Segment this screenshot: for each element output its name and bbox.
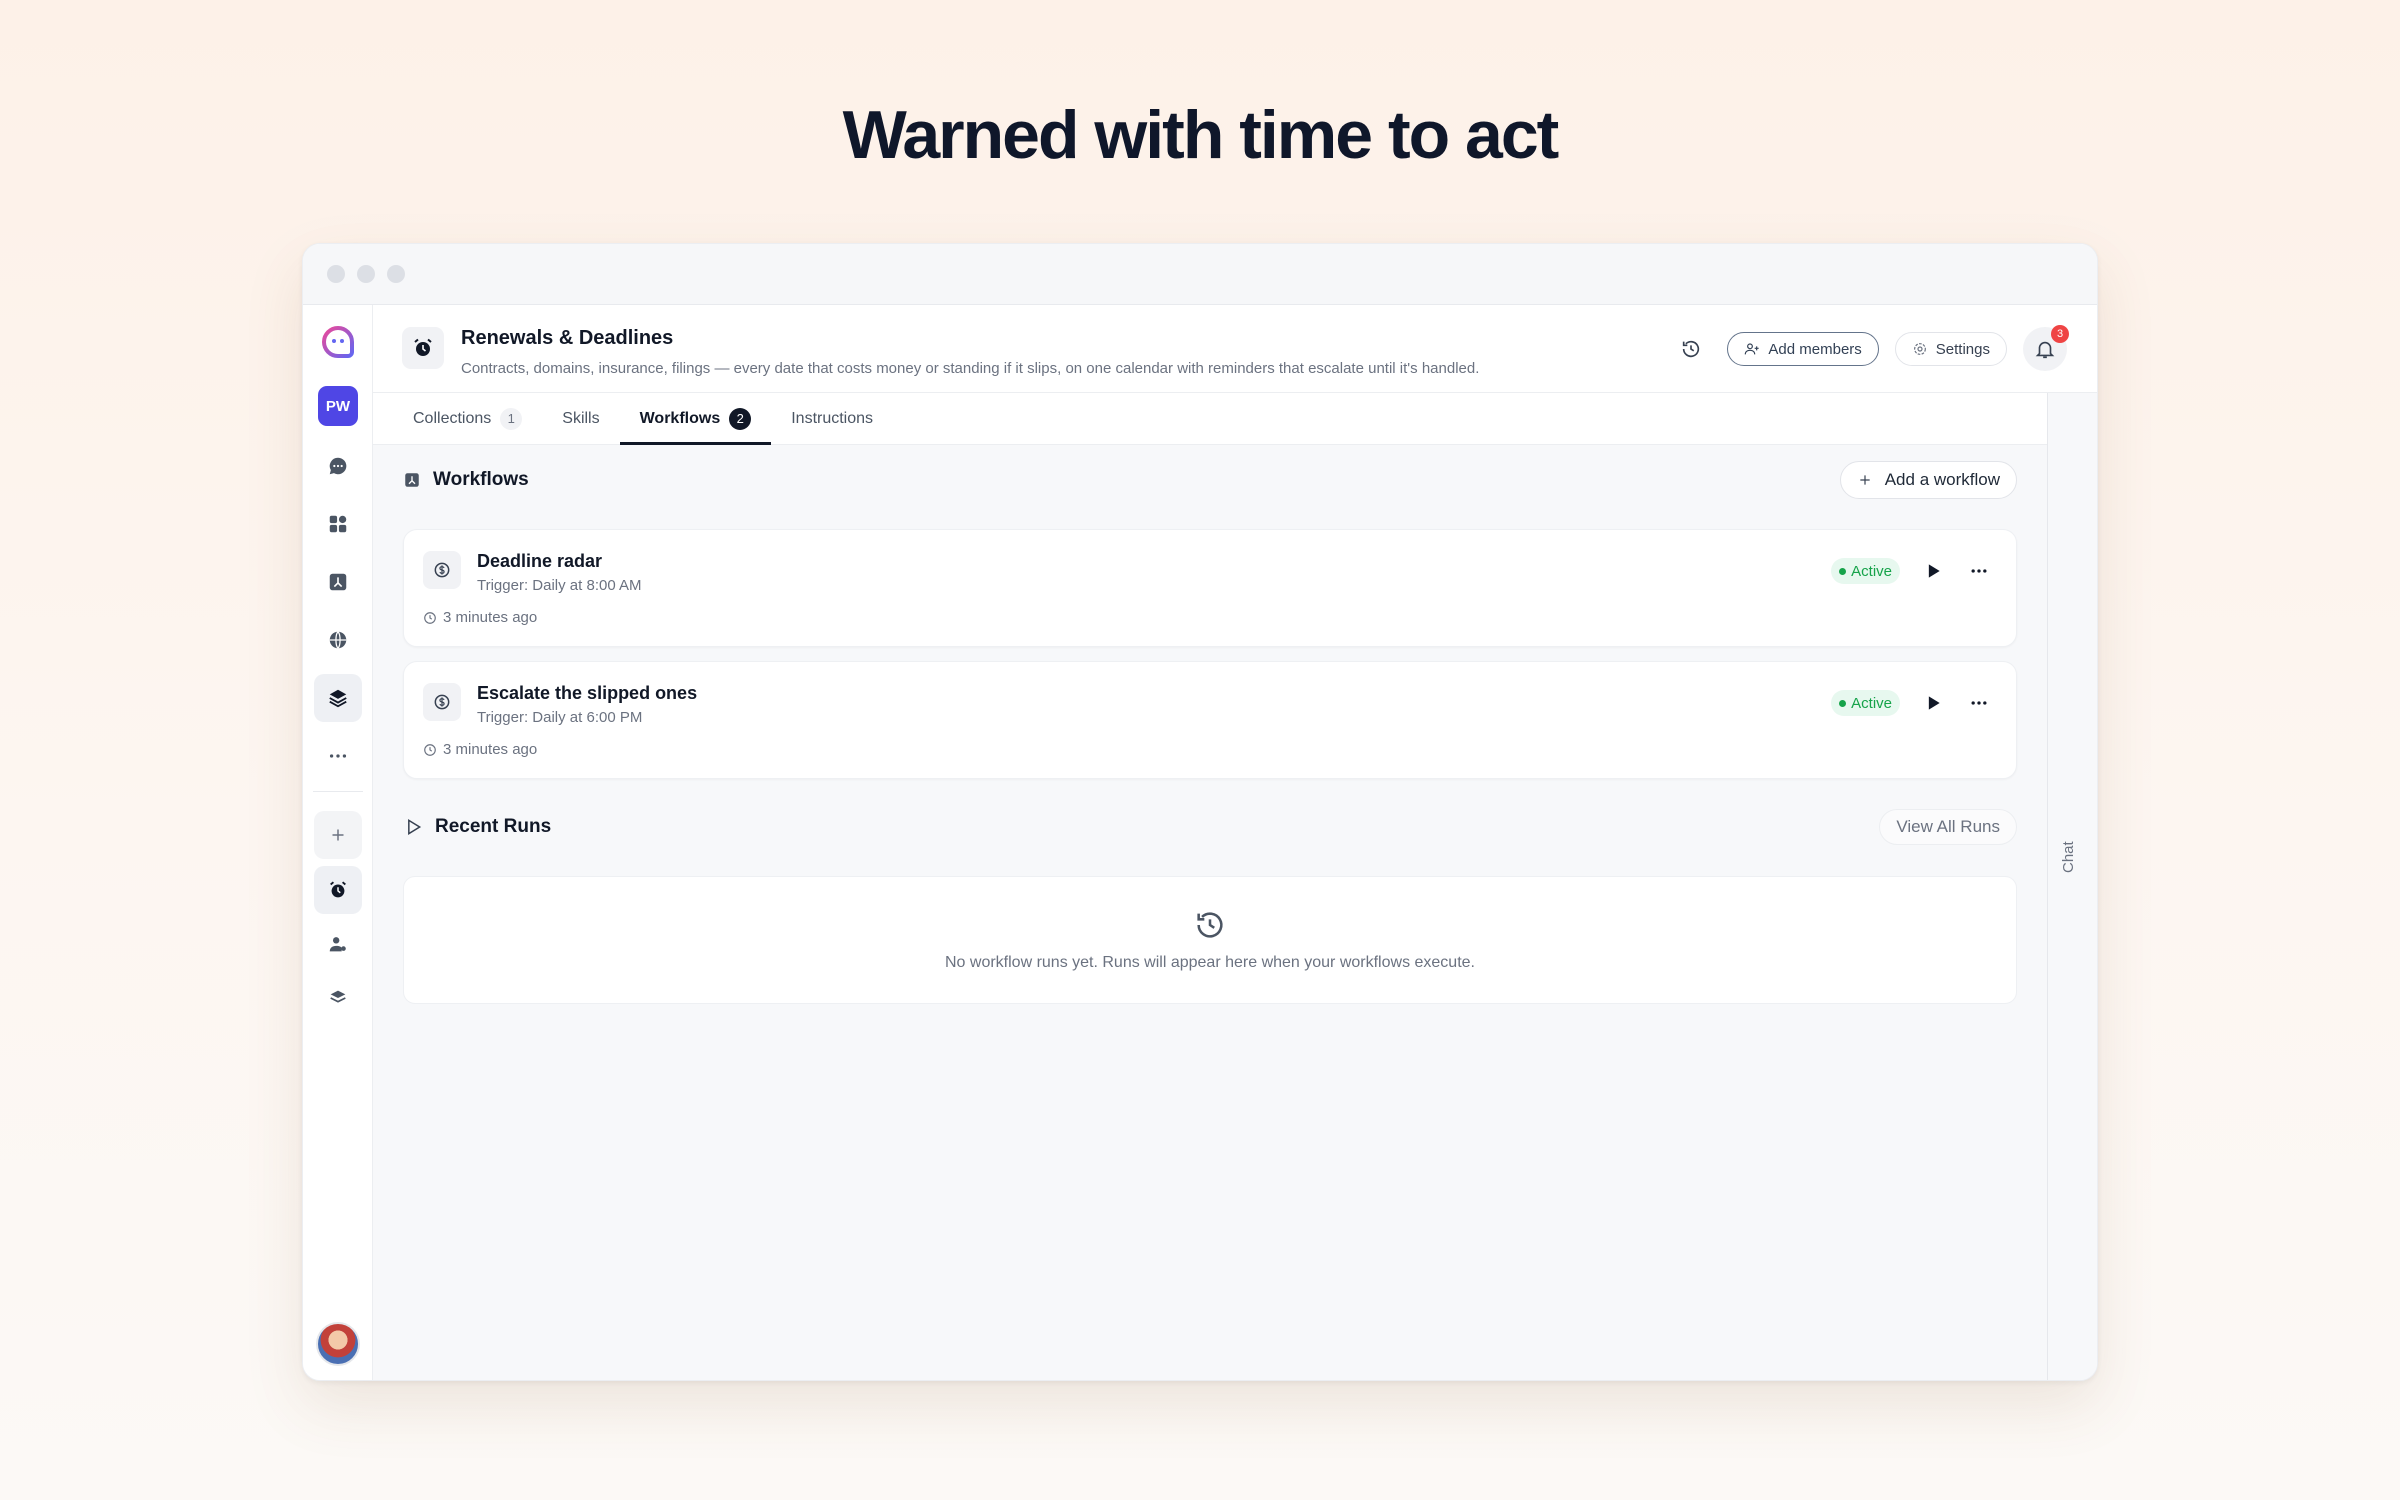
workflows-section-header: Workflows Add a workflow [403,460,2017,500]
dollar-circle-icon [423,683,461,721]
empty-state-message: No workflow runs yet. Runs will appear h… [944,954,1475,971]
tab-label: Collections [413,409,492,427]
tab-count: 2 [729,407,752,430]
more-icon[interactable] [1966,690,1992,716]
user-avatar[interactable] [316,1322,360,1366]
tab-bar: Collections 1 Skills Workflows 2 Instruc… [373,393,2047,445]
tab-instructions[interactable]: Instructions [771,393,893,444]
play-icon[interactable] [1920,558,1946,584]
workflow-name: Deadline radar [477,551,603,571]
window-minimize-dot[interactable] [357,265,375,283]
tab-label: Instructions [791,409,874,427]
settings-label: Settings [1935,340,1990,358]
bell-icon [2035,341,2055,359]
tab-skills[interactable]: Skills [542,393,619,444]
chat-label: Chat [2060,841,2077,873]
page-headline: Warned with time to act [842,97,1560,173]
workspace-description: Contracts, domains, insurance, filings —… [461,360,1480,377]
alarm-clock-icon [402,327,444,369]
tab-label: Workflows [639,409,721,427]
globe-icon[interactable] [314,616,362,664]
workspace-content: Collections 1 Skills Workflows 2 Instruc… [373,393,2047,1380]
status-badge: Active [1831,558,1900,584]
add-members-button[interactable]: Add members [1727,332,1879,366]
tab-count: 1 [500,407,523,430]
history-icon [1197,912,1223,938]
workflows-section-title: Workflows [433,469,529,490]
workflow-name: Escalate the slipped ones [477,683,698,703]
recent-runs-header: Recent Runs View All Runs [403,807,2017,847]
workflow-trigger: Trigger: Daily at 8:00 AM [477,577,642,594]
stack-icon[interactable] [314,974,362,1022]
clock-icon [424,743,436,756]
rail-divider [313,791,363,792]
plus-icon[interactable] [314,811,362,859]
tab-label: Skills [562,409,600,427]
tab-collections[interactable]: Collections 1 [393,393,542,444]
clock-icon [424,611,436,624]
tab-workflows[interactable]: Workflows 2 [619,393,772,445]
status-badge: Active [1831,690,1900,716]
alarm-icon[interactable] [314,866,362,914]
history-icon[interactable] [1671,329,1711,369]
user-gear-icon[interactable] [314,920,362,968]
workflow-card[interactable]: Deadline radar Trigger: Daily at 8:00 AM… [403,529,2017,647]
apps-icon[interactable] [314,500,362,548]
plus-icon [1860,475,1870,485]
workspace-badge[interactable]: PW [318,386,358,426]
chat-icon[interactable] [314,442,362,490]
play-icon[interactable] [1920,690,1946,716]
app-logo-icon[interactable] [321,325,355,359]
workflow-icon [405,473,419,487]
recent-runs-title: Recent Runs [435,816,552,837]
view-all-runs-button[interactable]: View All Runs [1879,809,2017,845]
window-close-dot[interactable] [327,265,345,283]
recent-runs-empty-state: No workflow runs yet. Runs will appear h… [403,876,2017,1004]
chat-panel-toggle[interactable]: Chat [2047,393,2097,1380]
left-rail: PW [303,305,373,1380]
settings-button[interactable]: Settings [1894,332,2007,366]
play-outline-icon [408,818,422,836]
app-window: PW Renewals & Deadlines Contracts, domai… [302,243,2098,1381]
layers-icon[interactable] [314,674,362,722]
workflow-trigger: Trigger: Daily at 6:00 PM [477,709,643,726]
workspace-header: Renewals & Deadlines Contracts, domains,… [373,305,2097,393]
user-plus-icon [1745,343,1760,355]
workflow-icon[interactable] [314,558,362,606]
add-members-label: Add members [1768,340,1862,358]
dollar-circle-icon [423,551,461,589]
more-icon[interactable] [1966,558,1992,584]
add-workflow-label: Add a workflow [1884,470,2000,489]
workflow-updated: 3 minutes ago [443,609,538,626]
add-workflow-button[interactable]: Add a workflow [1839,461,2017,499]
more-icon[interactable] [314,732,362,780]
workspace-title: Renewals & Deadlines [461,327,674,349]
gear-icon [1913,343,1926,355]
notification-badge: 3 [2051,325,2069,343]
main-area: Renewals & Deadlines Contracts, domains,… [373,305,2097,1380]
window-maximize-dot[interactable] [387,265,405,283]
window-titlebar [303,244,2097,305]
workflow-card[interactable]: Escalate the slipped ones Trigger: Daily… [403,661,2017,779]
notifications-button[interactable]: 3 [2023,325,2069,371]
workflow-updated: 3 minutes ago [443,741,538,758]
